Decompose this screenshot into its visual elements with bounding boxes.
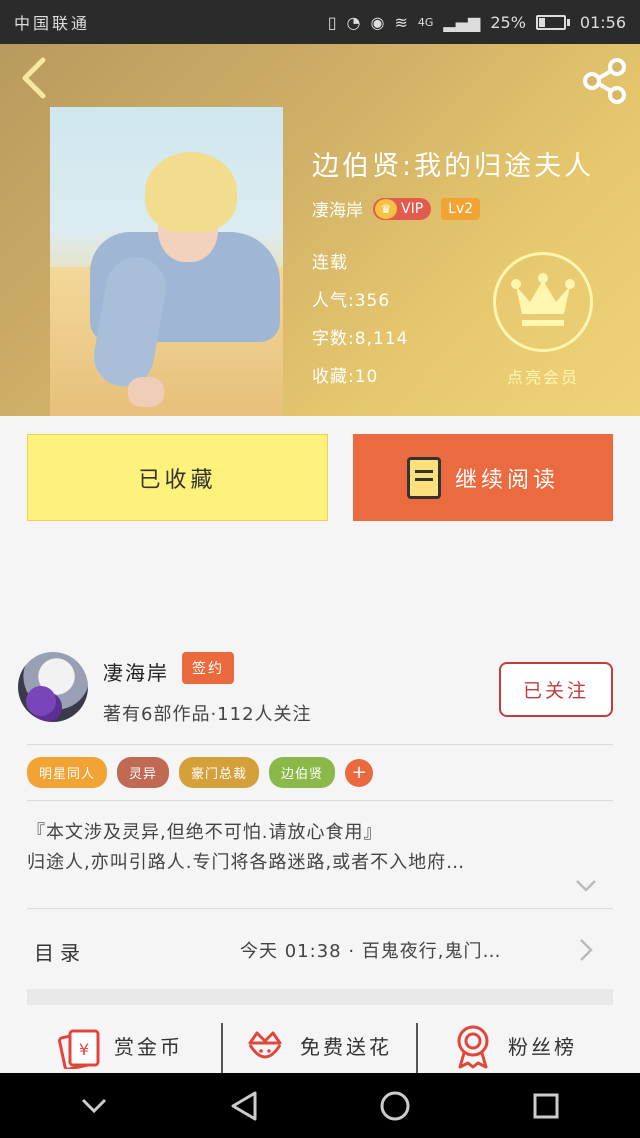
medal-icon bbox=[457, 1025, 489, 1069]
signal-icon: ▂▄▆ bbox=[443, 12, 481, 32]
crown-icon: ♛ bbox=[375, 198, 397, 219]
collected-label: 已收藏 bbox=[138, 467, 217, 493]
clock: 01:56 bbox=[579, 12, 626, 32]
back-triangle-icon[interactable] bbox=[229, 1090, 259, 1122]
member-button[interactable] bbox=[493, 252, 593, 352]
recent-apps-icon[interactable] bbox=[532, 1092, 560, 1120]
signed-badge: 签约 bbox=[182, 652, 234, 684]
flower-icon bbox=[248, 1031, 282, 1059]
battery-icon bbox=[535, 14, 570, 30]
crown-icon bbox=[511, 273, 575, 326]
status-bar: 中国联通 ▯ ◔ ◉ ≋ 4G ▂▄▆ 25% 01:56 bbox=[0, 0, 640, 44]
system-nav-bar bbox=[0, 1073, 640, 1138]
author-avatar[interactable] bbox=[18, 652, 88, 722]
reward-button[interactable]: ¥ 赏金币 bbox=[56, 1023, 183, 1069]
book-title: 边伯贤:我的归途夫人 bbox=[312, 151, 595, 182]
collected-button[interactable]: 已收藏 bbox=[27, 434, 328, 521]
book-icon bbox=[406, 456, 441, 499]
book-status: 连载 bbox=[312, 253, 348, 273]
home-circle-icon[interactable] bbox=[379, 1090, 411, 1122]
fans-rank-button[interactable]: 粉丝榜 bbox=[450, 1023, 577, 1069]
bottom-actions: ¥ 赏金币 免费送花 粉丝榜 bbox=[0, 1023, 640, 1073]
member-label[interactable]: 点亮会员 bbox=[490, 364, 596, 388]
book-cover-image[interactable] bbox=[50, 107, 283, 416]
book-popularity: 人气:356 bbox=[312, 291, 391, 311]
author-name[interactable]: 凄海岸 bbox=[103, 657, 169, 686]
book-favorites: 收藏:10 bbox=[312, 367, 379, 387]
continue-reading-button[interactable]: 继续阅读 bbox=[353, 434, 613, 521]
tag-item[interactable]: 豪门总裁 bbox=[179, 757, 260, 788]
tag-item[interactable]: 边伯贤 bbox=[269, 757, 336, 788]
network-label: 4G bbox=[417, 15, 434, 29]
synopsis[interactable]: 『本文涉及灵异,但绝不可怕.请放心食用』 归途人,亦叫引路人.专门将各路迷路,或… bbox=[27, 818, 617, 878]
add-tag-button[interactable]: + bbox=[345, 758, 374, 787]
svg-text:¥: ¥ bbox=[79, 1040, 89, 1059]
eye-icon: ◉ bbox=[370, 12, 385, 32]
vip-badge: ♛ VIP bbox=[373, 197, 432, 220]
continue-reading-label: 继续阅读 bbox=[454, 467, 559, 493]
share-icon bbox=[583, 58, 626, 104]
battery-percent: 25% bbox=[490, 12, 526, 32]
wifi-icon: ≋ bbox=[394, 12, 408, 32]
author-stats: 著有6部作品·112人关注 bbox=[103, 704, 312, 725]
send-flower-label: 免费送花 bbox=[300, 1035, 392, 1059]
section-divider bbox=[27, 989, 613, 1005]
latest-chapter[interactable]: 今天 01:38 · 百鬼夜行,鬼门… bbox=[240, 937, 501, 963]
expand-button[interactable] bbox=[575, 878, 597, 897]
fans-rank-label: 粉丝榜 bbox=[508, 1035, 577, 1059]
tag-item[interactable]: 明星同人 bbox=[27, 757, 108, 788]
divider bbox=[27, 800, 613, 801]
book-author[interactable]: 凄海岸 bbox=[312, 196, 363, 221]
synopsis-line: 归途人,亦叫引路人.专门将各路迷路,或者不入地府… bbox=[27, 852, 466, 873]
book-header: 边伯贤:我的归途夫人 凄海岸 ♛ VIP Lv2 连载 人气:356 字数:8,1… bbox=[0, 44, 640, 416]
separator bbox=[416, 1023, 418, 1073]
back-button[interactable] bbox=[14, 56, 54, 100]
follow-button[interactable]: 已关注 bbox=[499, 662, 613, 717]
synopsis-line: 『本文涉及灵异,但绝不可怕.请放心食用』 bbox=[27, 822, 383, 843]
tag-item[interactable]: 灵异 bbox=[117, 757, 170, 788]
alarm-icon: ◔ bbox=[346, 12, 361, 32]
chevron-down-icon[interactable] bbox=[80, 1097, 108, 1115]
reward-label: 赏金币 bbox=[114, 1035, 183, 1059]
red-envelope-icon: ¥ bbox=[58, 1029, 100, 1069]
separator bbox=[221, 1023, 223, 1073]
toc-label[interactable]: 目录 bbox=[34, 937, 86, 966]
send-flower-button[interactable]: 免费送花 bbox=[242, 1023, 392, 1069]
chevron-down-icon bbox=[576, 880, 596, 892]
tag-list: 明星同人 灵异 豪门总裁 边伯贤 + bbox=[27, 757, 374, 788]
vibrate-icon: ▯ bbox=[327, 12, 337, 32]
follow-label: 已关注 bbox=[522, 680, 589, 702]
share-button[interactable] bbox=[580, 56, 630, 106]
book-word-count: 字数:8,114 bbox=[312, 329, 409, 349]
toc-chevron[interactable] bbox=[578, 938, 594, 966]
chevron-right-icon bbox=[580, 939, 593, 961]
chevron-left-icon bbox=[22, 57, 46, 99]
level-badge: Lv2 bbox=[441, 197, 481, 220]
divider bbox=[27, 908, 613, 909]
carrier-label: 中国联通 bbox=[14, 14, 91, 33]
divider bbox=[27, 744, 613, 745]
